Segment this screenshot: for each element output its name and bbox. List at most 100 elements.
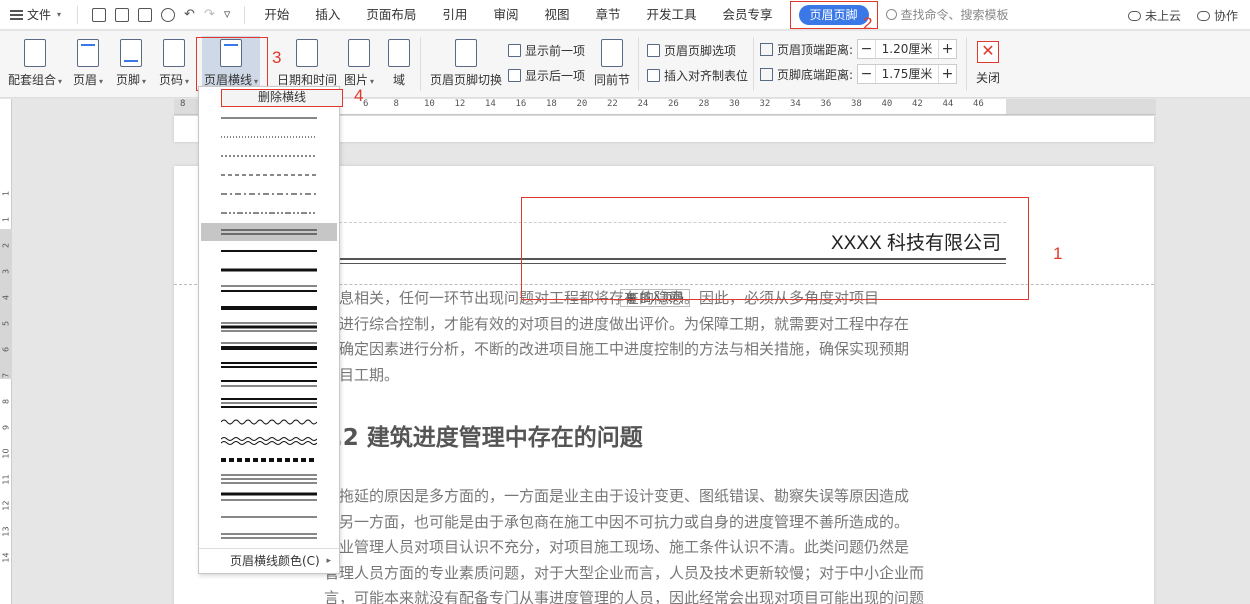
footer-bottom-distance-label: 页脚底端距离: (777, 67, 854, 82)
header-line-style-option[interactable] (201, 166, 337, 184)
decrement-button[interactable]: − (858, 65, 877, 83)
header-footer-switch-button[interactable]: 页眉页脚切换 (430, 39, 502, 88)
tab-home[interactable]: 开始 (251, 0, 302, 30)
tab-section[interactable]: 章节 (582, 0, 633, 30)
tab-insert[interactable]: 插入 (302, 0, 353, 30)
header-line-style-option[interactable] (201, 128, 337, 146)
command-search[interactable]: 查找命令、搜索模板 (885, 6, 1009, 23)
picture-button[interactable]: 图片 ▾ (344, 39, 374, 88)
header-line-style-option[interactable] (201, 299, 337, 317)
header-footer-options-button[interactable]: 页眉页脚选项 (647, 42, 736, 59)
line-style-preview (221, 229, 317, 235)
collaborate-button[interactable]: 协作 (1196, 7, 1238, 24)
header-top-distance-input[interactable]: 1.20厘米 (876, 40, 938, 58)
show-previous-icon (508, 44, 521, 57)
annotation-box-3 (196, 37, 268, 91)
header-line-color-item[interactable]: 页眉横线颜色(C) ▸ (199, 548, 339, 572)
ruler-tick-label: 18 (546, 99, 557, 109)
footer-button[interactable]: 页脚 ▾ (116, 39, 146, 88)
show-previous-button[interactable]: 显示前一项 (508, 42, 585, 59)
header-line-dropdown: 删除横线 页眉横线颜色(C) ▸ (198, 86, 343, 574)
header-footer-switch-label: 页眉页脚切换 (430, 73, 503, 87)
insert-align-tab-button[interactable]: 插入对齐制表位 (647, 67, 748, 84)
header-line-style-option[interactable] (201, 185, 337, 203)
close-icon: ✕ (977, 41, 999, 63)
ruler-tick-label: 9 (1, 424, 11, 431)
customize-icon[interactable]: ▿ (224, 7, 231, 22)
header-line-style-option[interactable] (201, 204, 337, 222)
field-button[interactable]: 域 (388, 39, 410, 88)
paragraph-line: 度拖延的原因是多方面的，一方面是业主由于设计变更、图纸错误、勘察失误等原因造成 (324, 487, 910, 505)
increment-button[interactable]: + (938, 65, 956, 83)
ruler-tick-label: 8 (393, 99, 399, 109)
tab-member[interactable]: 会员专享 (710, 0, 786, 30)
header-line-style-option[interactable] (201, 489, 337, 507)
line-style-preview (221, 268, 317, 272)
date-time-button[interactable]: 日期和时间 (277, 39, 337, 88)
save-icon[interactable] (92, 7, 107, 22)
header-line-style-option[interactable] (201, 394, 337, 412)
header-line-style-option[interactable] (201, 147, 337, 165)
ruler-tick-label: 20 (576, 99, 588, 109)
ruler-tick-label: 44 (942, 99, 954, 109)
export-pdf-icon[interactable] (115, 7, 130, 22)
redo-icon[interactable]: ↷ (204, 7, 215, 22)
ruler-tick-label: 40 (881, 99, 893, 109)
ruler-margin-top (0, 229, 12, 379)
header-line-style-option[interactable] (201, 413, 337, 431)
paragraph-line: 不确定因素进行分析，不断的改进项目施工中进度控制的方法与相关措施，确保实现预期 (324, 340, 910, 358)
ruler-tick-label: 22 (607, 99, 618, 109)
tab-view[interactable]: 视图 (531, 0, 582, 30)
show-next-button[interactable]: 显示后一项 (508, 67, 585, 84)
paragraph-line: 企业管理人员对项目认识不充分，对项目施工现场、施工条件认识不清。此类问题仍然是 (324, 538, 910, 556)
submenu-arrow-icon: ▸ (326, 556, 331, 566)
separator (638, 37, 639, 91)
header-line-style-option[interactable] (201, 375, 337, 393)
close-label: 关闭 (976, 71, 1001, 85)
header-line-style-option[interactable] (201, 223, 337, 241)
header-icon (77, 39, 100, 67)
line-style-preview (221, 380, 317, 387)
header-line-style-option[interactable] (201, 432, 337, 450)
vertical-ruler[interactable]: 1 1 2 3 4 5 6 7 8 9 10 11 12 13 14 (0, 99, 12, 604)
file-menu[interactable]: 文件 ▾ (0, 0, 71, 30)
footer-bottom-distance-input[interactable]: 1.75厘米 (876, 65, 938, 83)
increment-button[interactable]: + (938, 40, 956, 58)
header-line-style-option[interactable] (201, 261, 337, 279)
close-header-footer-button[interactable]: ✕ 关闭 (976, 41, 1000, 86)
header-line-style-option[interactable] (201, 109, 337, 127)
header-button[interactable]: 页眉 ▾ (73, 39, 103, 88)
separator (77, 5, 79, 24)
print-preview-icon[interactable] (161, 7, 176, 22)
same-as-previous-button[interactable]: 同前节 (594, 39, 630, 88)
header-line-style-option[interactable] (201, 451, 337, 469)
page-number-button[interactable]: 页码 ▾ (159, 39, 189, 88)
tab-review[interactable]: 审阅 (480, 0, 531, 30)
line-style-preview (221, 362, 317, 368)
cloud-status-button[interactable]: 未上云 (1127, 7, 1181, 24)
header-line-style-option[interactable] (201, 470, 337, 488)
header-line-style-option[interactable] (201, 242, 337, 260)
supporting-combo-button[interactable]: 配套组合 ▾ (8, 39, 62, 88)
header-line-style-option[interactable] (201, 356, 337, 374)
separator (244, 5, 246, 24)
delete-header-line-item[interactable]: 删除横线 (221, 89, 343, 107)
ruler-tick-label: 6 (1, 346, 11, 353)
cloud-status-label: 未上云 (1144, 8, 1181, 23)
print-icon[interactable] (138, 7, 153, 22)
tab-page-layout[interactable]: 页面布局 (353, 0, 429, 30)
ruler-tick-label: 16 (515, 99, 527, 109)
picture-icon (348, 39, 371, 67)
ruler-tick-label: 8 (180, 99, 186, 109)
tab-references[interactable]: 引用 (429, 0, 480, 30)
tab-developer[interactable]: 开发工具 (633, 0, 709, 30)
footer-bottom-distance-stepper: − 1.75厘米 + (857, 64, 958, 84)
header-line-style-option[interactable] (201, 318, 337, 336)
decrement-button[interactable]: − (858, 40, 877, 58)
header-line-style-option[interactable] (201, 527, 337, 545)
header-line-style-option[interactable] (201, 337, 337, 355)
header-line-style-option[interactable] (201, 508, 337, 526)
section-heading: .2 建筑进度管理中存在的问题 (334, 425, 643, 451)
header-line-style-option[interactable] (201, 280, 337, 298)
undo-icon[interactable]: ↶ (184, 7, 195, 22)
